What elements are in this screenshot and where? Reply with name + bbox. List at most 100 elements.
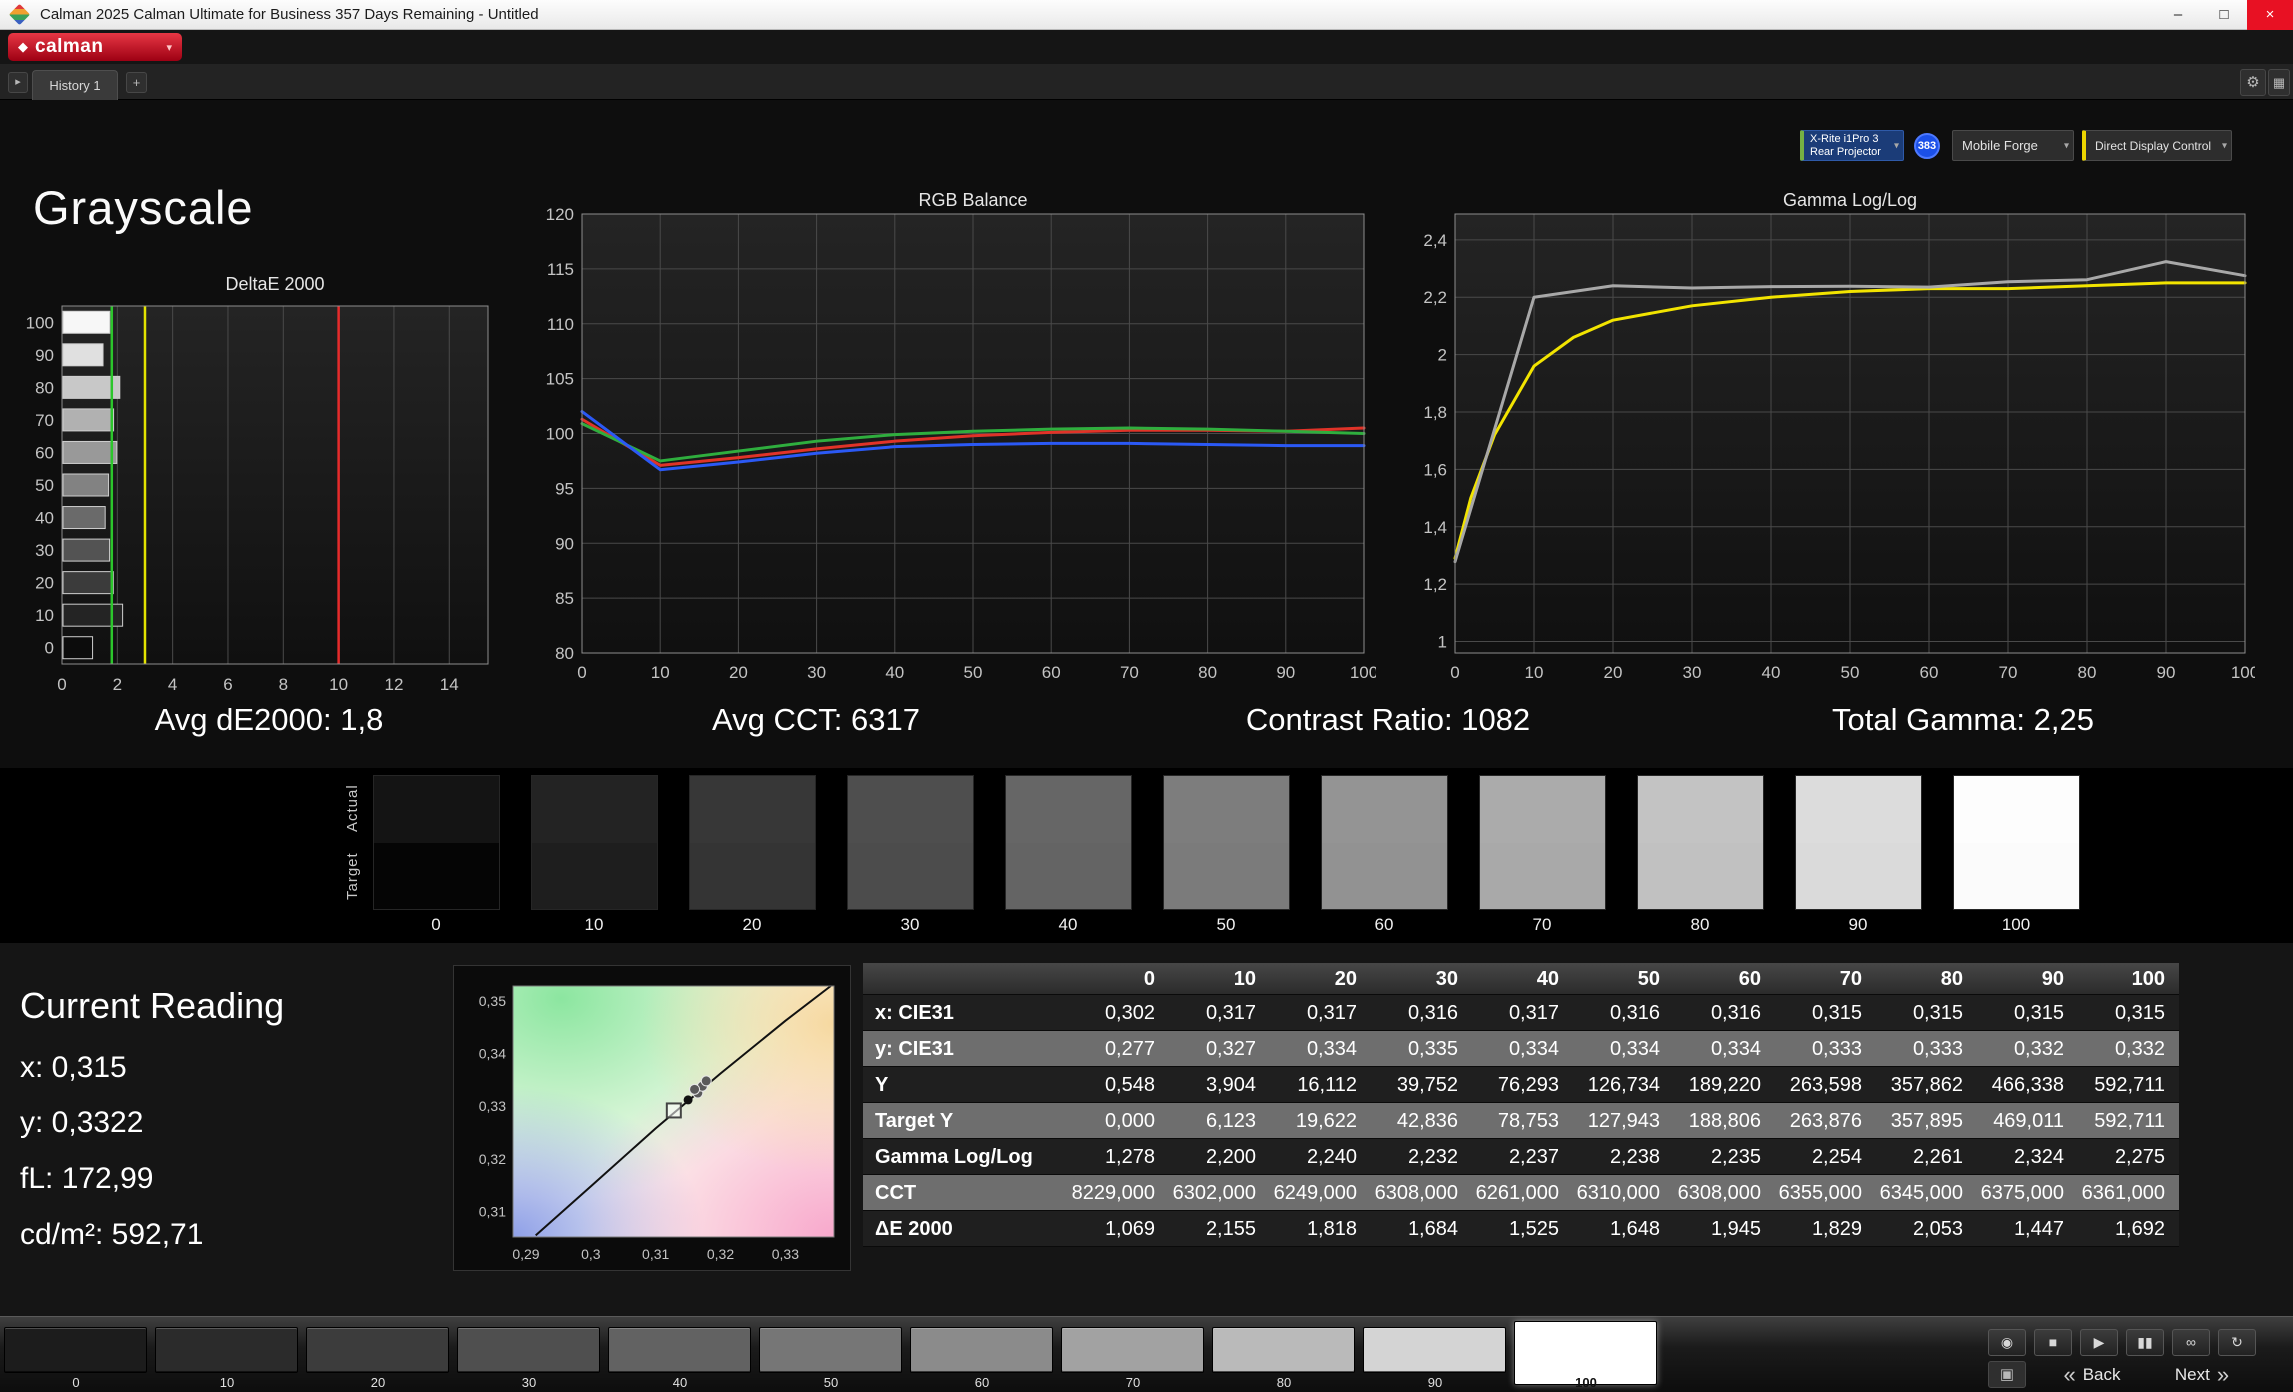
play-icon: ▶ <box>2093 1334 2105 1350</box>
table-header-row: 0 10 20 30 40 50 60 70 80 90 100 <box>863 963 2179 995</box>
table-value: 2,235 <box>1710 1145 1761 1168</box>
patch-button-80[interactable] <box>1212 1327 1355 1373</box>
table-value: 263,598 <box>1789 1073 1862 1096</box>
chevron-down-icon: ▾ <box>2063 140 2069 151</box>
table-value: 0,316 <box>1407 1001 1458 1024</box>
column-header: 10 <box>1233 967 1256 990</box>
svg-text:0,3: 0,3 <box>581 1246 601 1262</box>
row-label: y: CIE31 <box>875 1037 954 1060</box>
table-value: 0,315 <box>2114 1001 2165 1024</box>
svg-text:70: 70 <box>1120 663 1139 682</box>
svg-text:60: 60 <box>35 443 54 462</box>
tab-bar: ▸ History 1 + X-Rite i1Pro 3 Rear Projec… <box>0 64 2293 161</box>
display-control-selector[interactable]: Direct Display Control ▾ <box>2082 130 2232 161</box>
table-value: 1,278 <box>1104 1145 1155 1168</box>
patch-button-90[interactable] <box>1363 1327 1506 1373</box>
svg-text:40: 40 <box>35 509 54 528</box>
row-label: Y <box>875 1073 889 1096</box>
measurement-count-badge: 383 <box>1914 133 1940 159</box>
meter-selector[interactable]: X-Rite i1Pro 3 Rear Projector ▾ <box>1800 130 1904 161</box>
table-value: 1,525 <box>1508 1217 1559 1240</box>
patch-button-30[interactable] <box>457 1327 600 1373</box>
tab-scroll-button[interactable]: ▸ <box>8 72 28 93</box>
stat-avg-de2000: Avg dE2000: 1,8 <box>154 702 384 737</box>
swatch-level-label: 20 <box>742 915 762 934</box>
table-value: 0,334 <box>1609 1037 1660 1060</box>
table-value: 2,053 <box>1912 1217 1963 1240</box>
patch-button-label: 0 <box>72 1375 80 1390</box>
svg-text:0: 0 <box>45 639 54 658</box>
grayscale-swatch-80 <box>1637 775 1764 910</box>
table-value: 0,316 <box>1710 1001 1761 1024</box>
swatch-target <box>1954 842 2079 909</box>
patch-button-40[interactable] <box>608 1327 751 1373</box>
patch-button-70[interactable] <box>1061 1327 1204 1373</box>
table-value: 0,277 <box>1104 1037 1155 1060</box>
swatch-level-label: 70 <box>1532 915 1552 934</box>
calman-menu-button[interactable]: ◆ calman ▾ <box>8 33 182 61</box>
grayscale-swatch-50 <box>1163 775 1290 910</box>
source-selector[interactable]: Mobile Forge ▾ <box>1952 130 2074 161</box>
continuous-button[interactable]: ∞ <box>2172 1329 2210 1356</box>
patch-button-label: 40 <box>672 1375 688 1390</box>
svg-text:100: 100 <box>26 313 54 332</box>
play-button[interactable]: ▶ <box>2080 1329 2118 1356</box>
table-row: Target Y 0,000 6,123 19,622 42,836 78,753 127,… <box>863 1103 2179 1139</box>
patch-button-60[interactable] <box>910 1327 1053 1373</box>
maximize-button[interactable]: □ <box>2201 0 2247 30</box>
patch-button-50[interactable] <box>759 1327 902 1373</box>
grayscale-swatch-strip: Actual Target 0 10 20 30 40 50 60 70 80 90 100 <box>0 768 2293 943</box>
table-value: 0,332 <box>2114 1037 2165 1060</box>
record-icon: ◉ <box>2000 1334 2014 1350</box>
add-tab-button[interactable]: + <box>126 72 147 93</box>
svg-text:100: 100 <box>546 425 574 444</box>
patch-button-label: 30 <box>521 1375 537 1390</box>
svg-text:60: 60 <box>1920 663 1939 682</box>
pause-button[interactable]: ▮▮ <box>2126 1329 2164 1356</box>
deltae-bar-chart: 0 2 4 6 8 10 12 141009080706050403020100 <box>26 305 489 692</box>
patch-window-button[interactable]: ▣ <box>1988 1361 2026 1388</box>
svg-text:20: 20 <box>1604 663 1623 682</box>
refresh-button[interactable]: ↻ <box>2218 1329 2256 1356</box>
svg-text:30: 30 <box>35 541 54 560</box>
patch-button-0[interactable] <box>4 1327 147 1373</box>
stop-button[interactable]: ■ <box>2034 1329 2072 1356</box>
current-reading-cdm2: cd/m²: 592,71 <box>20 1218 204 1251</box>
table-value: 1,829 <box>1811 1217 1862 1240</box>
swatch-actual <box>1322 776 1447 843</box>
svg-text:90: 90 <box>35 346 54 365</box>
close-button[interactable]: × <box>2247 0 2293 30</box>
svg-text:10: 10 <box>1525 663 1544 682</box>
table-value: 466,338 <box>1991 1073 2064 1096</box>
back-chevrons-icon: « <box>2063 1361 2076 1387</box>
svg-text:30: 30 <box>1683 663 1702 682</box>
next-button[interactable]: Next » <box>2150 1361 2254 1388</box>
rgb-balance-line-chart: 0 10 20 30 40 50 60 70 80 90 100 80 85 90 95 100 105 110 1… <box>546 206 1376 682</box>
page-title: Grayscale <box>33 181 254 234</box>
table-value: 2,324 <box>2013 1145 2064 1168</box>
table-value: 0,317 <box>1508 1001 1559 1024</box>
back-button[interactable]: « Back <box>2040 1361 2144 1388</box>
record-button[interactable]: ◉ <box>1988 1329 2026 1356</box>
tab-history-1[interactable]: History 1 <box>32 70 118 100</box>
svg-text:50: 50 <box>35 476 54 495</box>
minimize-button[interactable]: – <box>2155 0 2201 30</box>
svg-text:2,2: 2,2 <box>1423 288 1447 307</box>
settings-button[interactable]: ⚙ <box>2240 69 2266 96</box>
target-row-label: Target <box>344 852 361 901</box>
table-row: Gamma Log/Log 1,278 2,200 2,240 2,232 2,237 2,… <box>863 1139 2179 1175</box>
patch-button-20[interactable] <box>306 1327 449 1373</box>
swatch-level-label: 40 <box>1058 915 1078 934</box>
table-value: 0,327 <box>1205 1037 1256 1060</box>
svg-text:80: 80 <box>35 378 54 397</box>
svg-text:0,32: 0,32 <box>707 1246 734 1262</box>
svg-text:20: 20 <box>35 574 54 593</box>
svg-text:50: 50 <box>964 663 983 682</box>
patch-button-10[interactable] <box>155 1327 298 1373</box>
swatch-target <box>848 842 973 909</box>
layout-button[interactable]: ▦ <box>2268 69 2290 96</box>
svg-text:110: 110 <box>547 315 574 334</box>
svg-text:40: 40 <box>885 663 904 682</box>
grayscale-swatch-0 <box>373 775 500 910</box>
swatch-actual <box>1796 776 1921 843</box>
